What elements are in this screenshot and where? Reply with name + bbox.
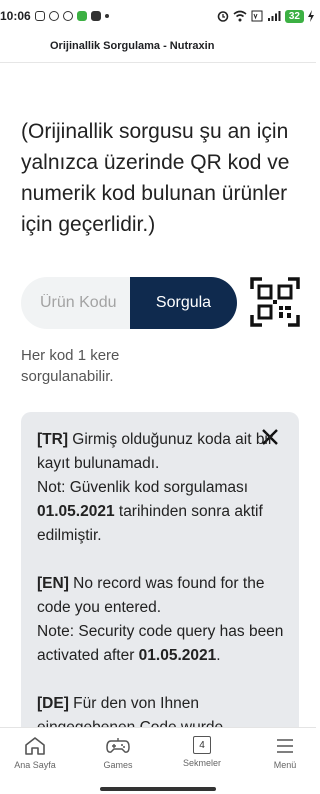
tabs-icon: 4 bbox=[193, 736, 211, 754]
alarm-icon bbox=[217, 11, 229, 22]
gamepad-icon bbox=[106, 738, 130, 753]
message-en-note-suffix: . bbox=[216, 647, 221, 664]
query-button[interactable]: Sorgula bbox=[130, 277, 237, 329]
nav-item-tabs[interactable]: 4 Sekmeler bbox=[171, 736, 233, 768]
message-tr-date: 01.05.2021 bbox=[37, 503, 115, 520]
intro-text: (Orijinallik sorgusu şu an için yalnızca… bbox=[21, 120, 290, 236]
nav-label-home: Ana Sayfa bbox=[14, 760, 56, 770]
lang-tag-en: [EN] bbox=[37, 575, 69, 592]
lang-tag-tr: [TR] bbox=[37, 431, 68, 448]
whatsapp-icon bbox=[48, 11, 59, 21]
title-divider bbox=[0, 62, 316, 63]
page-title: Orijinallik Sorgulama - Nutraxin bbox=[50, 40, 215, 52]
home-icon bbox=[25, 737, 45, 755]
wifi-icon bbox=[233, 10, 247, 22]
charging-icon bbox=[308, 10, 314, 22]
page-title-bar: Orijinallik Sorgulama - Nutraxin bbox=[0, 32, 316, 62]
message-tr-note-prefix: Not: Güvenlik kod sorgulaması bbox=[37, 479, 249, 496]
battery-icon: 32 bbox=[284, 9, 304, 23]
nav-label-games: Games bbox=[103, 760, 133, 770]
signal-icon bbox=[267, 11, 281, 21]
result-message-body: [TR] Girmiş olduğunuz koda ait bir kayıt… bbox=[37, 428, 289, 742]
product-code-input[interactable] bbox=[21, 277, 130, 329]
message-tr-text: Girmiş olduğunuz koda ait bir kayıt bulu… bbox=[37, 431, 274, 472]
instagram-icon bbox=[34, 11, 45, 21]
app-cube-icon bbox=[90, 11, 101, 21]
message-app-icon bbox=[76, 11, 87, 21]
lang-tag-de: [DE] bbox=[37, 695, 69, 712]
search-row: Sorgula bbox=[21, 277, 237, 329]
message-en: [EN] No record was found for the code yo… bbox=[37, 572, 289, 668]
nav-item-games[interactable]: Games bbox=[87, 736, 149, 770]
message-en-date: 01.05.2021 bbox=[138, 647, 217, 664]
result-message-card: [TR] Girmiş olduğunuz koda ait bir kayıt… bbox=[21, 412, 299, 742]
status-bar: 10:06 32 bbox=[0, 0, 316, 32]
gesture-home-bar[interactable] bbox=[100, 787, 216, 791]
bottom-navigation: Ana Sayfa Games 4 Sekmeler Menü bbox=[0, 727, 316, 794]
whatsapp-icon-2 bbox=[62, 11, 73, 21]
qr-scan-icon[interactable] bbox=[250, 277, 300, 327]
nav-item-home[interactable]: Ana Sayfa bbox=[4, 736, 66, 770]
message-en-text: No record was found for the code you ent… bbox=[37, 575, 265, 616]
notification-dot-icon bbox=[104, 14, 109, 18]
status-bar-right: 32 bbox=[217, 9, 316, 23]
query-hint-text: Her kod 1 kere sorgulanabilir. bbox=[21, 347, 120, 385]
status-time: 10:06 bbox=[0, 9, 31, 23]
menu-icon bbox=[277, 739, 293, 753]
status-bar-left: 10:06 bbox=[0, 9, 109, 23]
nav-label-menu: Menü bbox=[273, 760, 297, 770]
message-tr: [TR] Girmiş olduğunuz koda ait bir kayıt… bbox=[37, 428, 289, 548]
nav-item-menu[interactable]: Menü bbox=[254, 736, 316, 770]
volte-icon bbox=[251, 10, 263, 22]
nav-label-tabs: Sekmeler bbox=[182, 758, 221, 768]
